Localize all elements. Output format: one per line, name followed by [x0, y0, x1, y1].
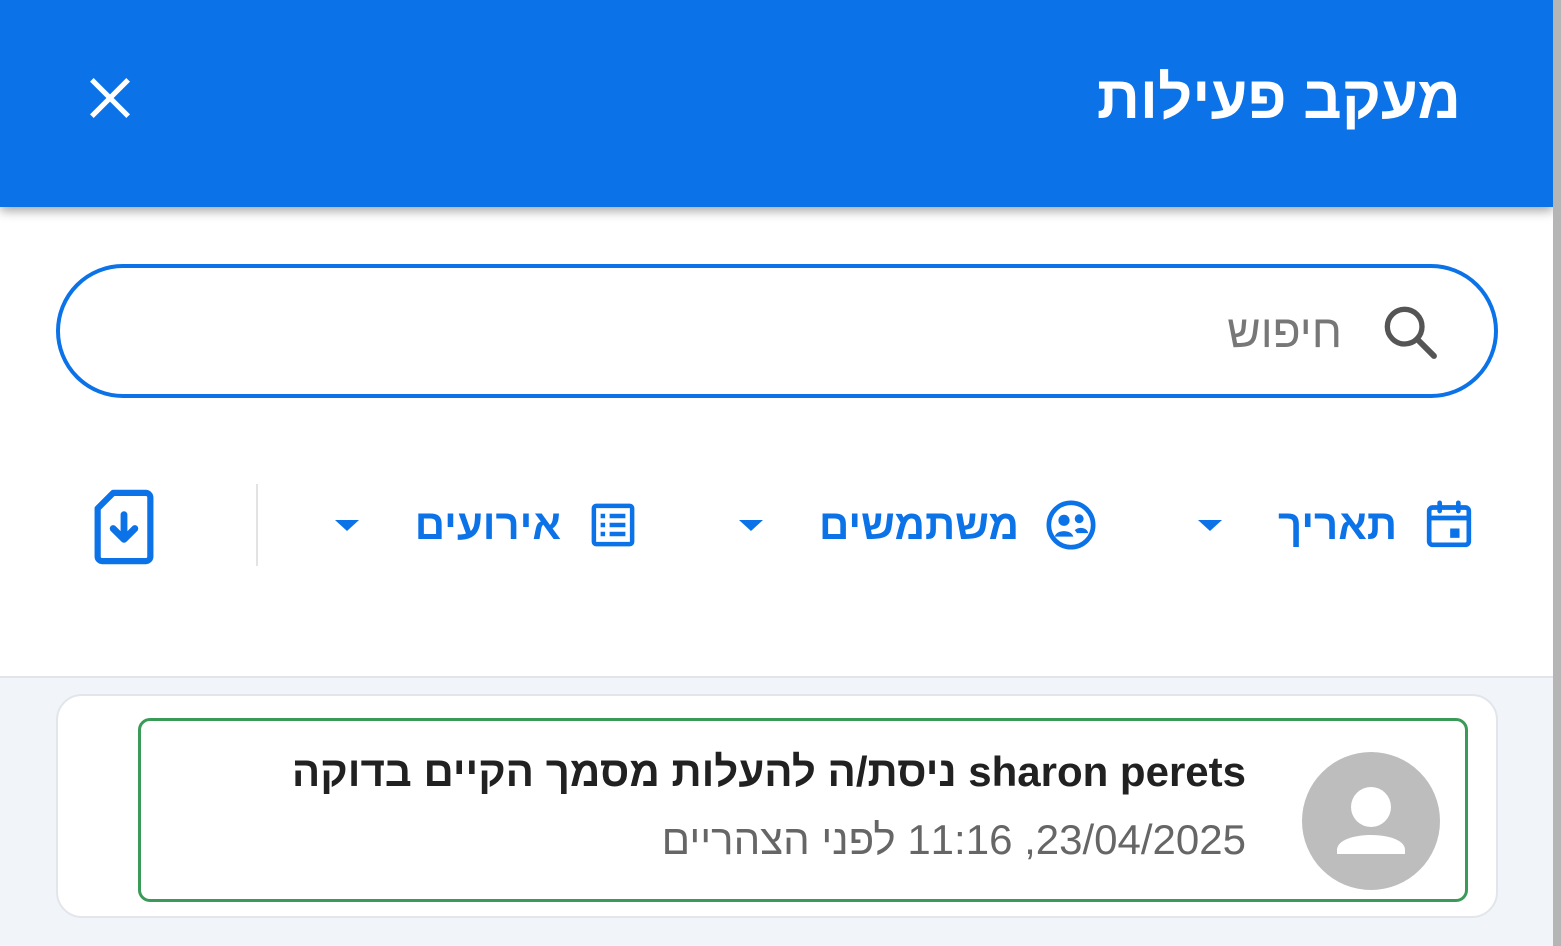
users-icon: [1041, 495, 1101, 555]
activity-list: sharon perets ניסת/ה להעלות מסמך הקיים ב…: [0, 676, 1553, 946]
calendar-icon: [1419, 495, 1479, 555]
users-filter-label: משתמשים: [818, 501, 1019, 548]
panel-title: מעקב פעילות: [1096, 64, 1461, 131]
date-filter-label: תאריך: [1277, 501, 1397, 548]
chevron-down-icon: [1197, 519, 1222, 531]
date-filter-button[interactable]: תאריך: [1197, 490, 1479, 560]
list-icon: [583, 495, 643, 555]
panel-header: מעקב פעילות: [0, 0, 1553, 207]
chevron-down-icon: [334, 519, 359, 531]
toolbar-divider: [256, 484, 258, 566]
users-filter-button[interactable]: משתמשים: [738, 490, 1101, 560]
search-icon: [1384, 306, 1437, 359]
file-download-icon: [94, 489, 154, 565]
search-input[interactable]: [192, 296, 1342, 366]
close-button[interactable]: [78, 66, 142, 130]
selection-highlight: [138, 718, 1468, 902]
list-item[interactable]: sharon perets ניסת/ה להעלות מסמך הקיים ב…: [56, 694, 1498, 918]
events-filter-label: אירועים: [414, 501, 561, 548]
window-edge: [1553, 0, 1561, 946]
filter-toolbar: תאריך משתמשים אירועים: [0, 470, 1553, 580]
events-filter-button[interactable]: אירועים: [334, 490, 643, 560]
export-button[interactable]: [92, 488, 156, 566]
search-box[interactable]: [56, 264, 1498, 398]
chevron-down-icon: [738, 519, 763, 531]
close-icon: [90, 78, 130, 118]
activity-tracker-panel: מעקב פעילות תאריך: [0, 0, 1561, 946]
